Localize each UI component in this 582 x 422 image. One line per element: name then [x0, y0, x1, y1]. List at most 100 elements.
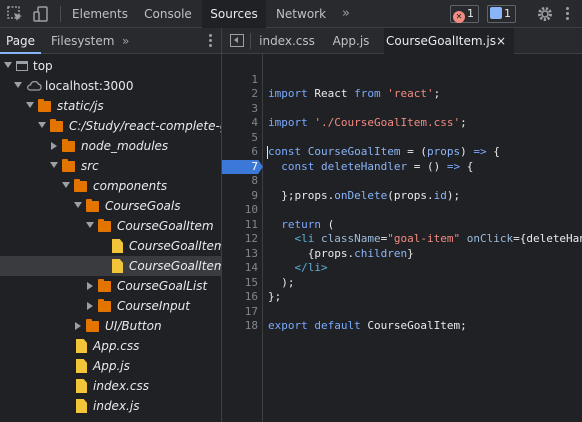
error-icon: ✕	[453, 11, 465, 23]
code-line: 6 const deleteHandler = () => {	[222, 131, 582, 173]
file-icon	[76, 379, 87, 393]
tree-item-node-modules[interactable]: node_modules	[0, 136, 221, 156]
customize-menu-icon[interactable]	[566, 7, 569, 20]
tree-item-label: components	[93, 179, 168, 193]
tree-item-label: UI/Button	[105, 319, 162, 333]
messages-badge[interactable]: 1	[487, 5, 516, 23]
errors-badge[interactable]: ✕ 1	[450, 5, 479, 23]
code-line: 1 import React from 'react';	[222, 58, 582, 101]
inspect-element-icon[interactable]	[6, 5, 24, 23]
tree-item-app-js[interactable]: App.js	[0, 356, 221, 376]
folder-icon	[86, 319, 99, 332]
devtools-toolbar: Elements Console Sources Network » ✕ 1 1	[0, 0, 582, 29]
message-icon	[490, 7, 502, 19]
folder-icon	[74, 179, 87, 192]
navigator-menu-icon[interactable]	[209, 34, 212, 48]
code-line: 5 const CourseGoalItem = (props) => {	[222, 116, 582, 159]
messages-count: 1	[504, 7, 511, 20]
code-line: 3 import './CourseGoalItem.css';	[222, 87, 582, 130]
code-line: 17 export default CourseGoalItem;	[222, 290, 582, 333]
tree-item-label: index.css	[93, 379, 149, 393]
tree-item-label: CourseGoals	[105, 199, 181, 213]
tree-item-label: localhost:3000	[45, 79, 134, 93]
device-toolbar-icon[interactable]	[32, 5, 50, 23]
expand-arrow-icon	[14, 82, 22, 88]
code-line: 12 {props.children}	[222, 218, 582, 260]
cloud-icon	[27, 81, 42, 91]
tree-item-static-js[interactable]: static/js	[0, 96, 221, 116]
tab-coursegoalitem-js[interactable]: CourseGoalItem.js ×	[384, 28, 514, 54]
folder-icon	[98, 219, 111, 232]
tab-label: CourseGoalItem.js	[386, 34, 496, 48]
tree-item-localhost[interactable]: localhost:3000	[0, 76, 221, 96]
expand-arrow-icon	[4, 62, 12, 68]
gear-icon[interactable]	[536, 5, 554, 23]
file-icon	[76, 399, 87, 413]
tree-item-courseinput[interactable]: CourseInput	[0, 296, 221, 316]
code-line: 13 </li>	[222, 232, 582, 275]
file-icon	[76, 339, 87, 353]
tab-network[interactable]: Network	[268, 0, 334, 28]
folder-icon	[62, 159, 75, 172]
tree-item-label: App.js	[93, 359, 130, 373]
code-line: 2	[222, 73, 582, 100]
navigator-tabs: Page Filesystem »	[0, 28, 221, 54]
more-tabs-button[interactable]: »	[342, 0, 350, 28]
tab-index-css[interactable]: index.css	[252, 28, 322, 54]
collapsed-arrow-icon	[87, 302, 93, 310]
tab-page[interactable]: Page	[0, 28, 42, 54]
tab-sources[interactable]: Sources	[202, 0, 266, 29]
tree-item-label: App.css	[93, 339, 140, 353]
tree-item-label: CourseGoalItem.js	[129, 259, 221, 273]
tree-item-label: static/js	[57, 99, 104, 113]
tree-item-partial[interactable]	[0, 416, 221, 422]
errors-count: 1	[467, 7, 474, 20]
code-line: 15 };	[222, 261, 582, 304]
tree-item-app-css[interactable]: App.css	[0, 336, 221, 356]
folder-icon	[86, 199, 99, 212]
frame-icon	[16, 61, 28, 71]
tab-console[interactable]: Console	[136, 0, 200, 28]
toggle-navigator-icon[interactable]	[230, 34, 244, 47]
expand-arrow-icon	[62, 182, 70, 188]
folder-icon	[62, 139, 75, 152]
tree-item-src[interactable]: src	[0, 156, 221, 176]
tree-item-index-js[interactable]: index.js	[0, 396, 221, 416]
tree-item-top[interactable]: top	[0, 56, 221, 76]
expand-arrow-icon	[50, 162, 58, 168]
tree-item-label: CourseGoalList	[117, 279, 208, 293]
tree-item-coursegoalitem-js[interactable]: CourseGoalItem.js	[0, 256, 221, 276]
expand-arrow-icon	[74, 202, 82, 208]
tree-item-coursegoals[interactable]: CourseGoals	[0, 196, 221, 216]
tree-item-coursegoalitem-css[interactable]: CourseGoalItem.c	[0, 236, 221, 256]
code-line: 14 );	[222, 247, 582, 289]
code-line: 10 return (	[222, 189, 582, 231]
tree-item-label: C:/Study/react-complete-guid	[69, 119, 221, 133]
editor-tabs-separator	[250, 33, 251, 49]
folder-icon	[98, 279, 111, 292]
tree-item-label: src	[81, 159, 99, 173]
tab-elements[interactable]: Elements	[66, 0, 134, 28]
toolbar-separator	[60, 6, 61, 22]
tree-item-index-css[interactable]: index.css	[0, 376, 221, 396]
tree-item-project-root[interactable]: C:/Study/react-complete-guid	[0, 116, 221, 136]
collapsed-arrow-icon	[51, 142, 57, 150]
tree-item-label: index.js	[93, 399, 140, 413]
tree-item-components[interactable]: components	[0, 176, 221, 196]
close-tab-icon[interactable]: ×	[496, 28, 506, 54]
folder-icon	[50, 119, 63, 132]
more-navigator-tabs-button[interactable]: »	[116, 28, 135, 54]
navigator-panel: Page Filesystem » top localhost:3000 sta…	[0, 28, 222, 422]
tree-item-coursegoalitem-folder[interactable]: CourseGoalItem	[0, 216, 221, 236]
tree-item-ui-button[interactable]: UI/Button	[0, 316, 221, 336]
tab-filesystem[interactable]: Filesystem	[45, 28, 120, 54]
file-icon	[76, 359, 87, 373]
folder-icon	[98, 299, 111, 312]
collapsed-arrow-icon	[87, 282, 93, 290]
tree-item-label: CourseInput	[117, 299, 190, 313]
file-icon	[112, 259, 123, 273]
code-line: 16	[222, 276, 582, 303]
tab-app-js[interactable]: App.js	[324, 28, 378, 54]
tree-item-coursegoallist[interactable]: CourseGoalList	[0, 276, 221, 296]
line-number[interactable]: 18	[222, 319, 260, 334]
